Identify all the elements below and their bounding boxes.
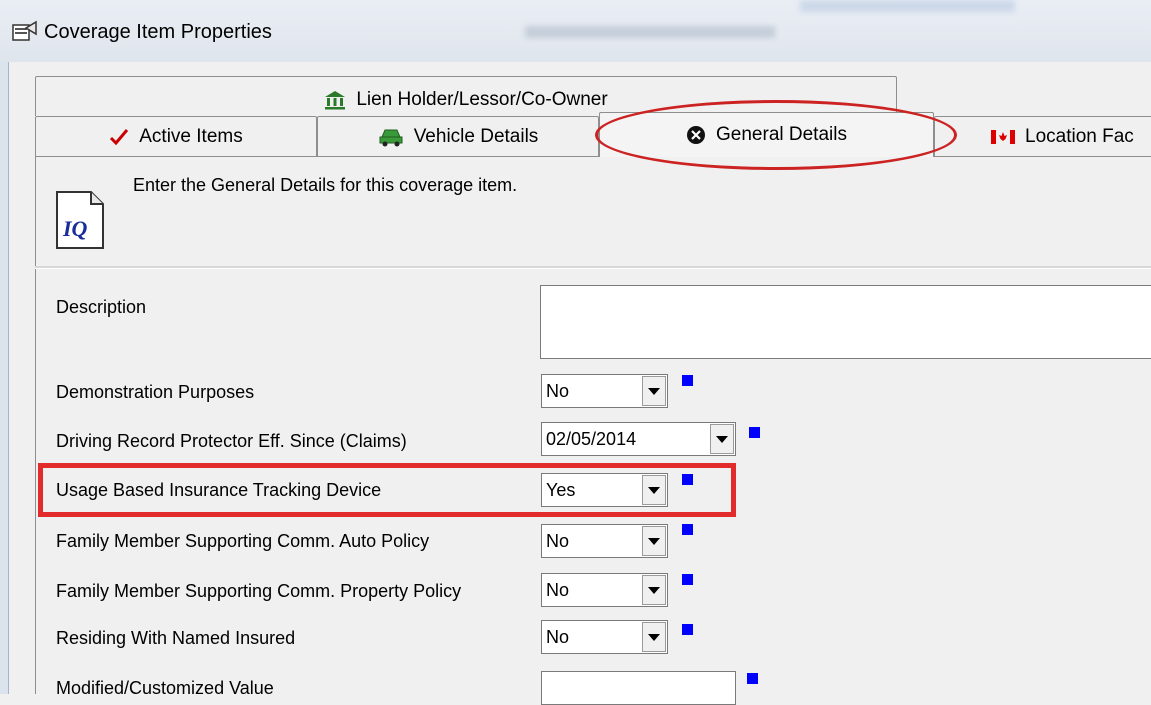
- tab-vehicle-details[interactable]: Vehicle Details: [317, 116, 599, 156]
- family-member-auto-select[interactable]: No: [541, 524, 668, 558]
- separator: [35, 266, 1151, 269]
- chevron-down-icon: [648, 633, 660, 641]
- select-value: No: [546, 381, 570, 401]
- checkmark-icon: [109, 128, 129, 146]
- label-description: Description: [56, 297, 147, 317]
- description-textarea[interactable]: [540, 285, 1151, 359]
- required-marker: [682, 624, 693, 635]
- window-title: Coverage Item Properties: [44, 21, 272, 43]
- required-marker: [682, 375, 693, 386]
- required-marker: [682, 524, 693, 535]
- tab-active-items[interactable]: Active Items: [35, 116, 317, 156]
- car-icon: [378, 127, 404, 147]
- tab-location[interactable]: Location Fac: [934, 116, 1151, 156]
- label-modified-customized-value: Modified/Customized Value: [56, 678, 274, 698]
- select-value: No: [546, 627, 570, 647]
- chevron-down-icon: [648, 586, 660, 594]
- label-family-member-property: Family Member Supporting Comm. Property …: [56, 581, 462, 601]
- background-window-blur: [800, 0, 1015, 12]
- chevron-down-icon: [716, 435, 728, 443]
- driving-record-protector-date[interactable]: 02/05/2014: [541, 422, 736, 456]
- family-member-property-select[interactable]: No: [541, 573, 668, 607]
- select-value: No: [546, 531, 570, 551]
- dropdown-button[interactable]: [710, 424, 734, 454]
- required-marker: [747, 673, 758, 684]
- demonstration-purposes-select[interactable]: No: [541, 374, 668, 408]
- annotation-highlight-box: [38, 463, 736, 517]
- tab-label: Location Fac: [1025, 125, 1134, 147]
- label-residing-with-named-insured: Residing With Named Insured: [56, 628, 296, 648]
- select-value: No: [546, 580, 570, 600]
- chevron-down-icon: [648, 537, 660, 545]
- label-driving-record-protector: Driving Record Protector Eff. Since (Cla…: [56, 431, 407, 451]
- window-frame: [0, 62, 9, 694]
- required-marker: [749, 427, 760, 438]
- properties-icon: [12, 20, 37, 41]
- canada-flag-icon: [991, 129, 1015, 144]
- required-marker: [682, 574, 693, 585]
- label-demonstration-purposes: Demonstration Purposes: [56, 382, 255, 402]
- background-window-blur: [525, 26, 775, 38]
- tab-label: Active Items: [139, 125, 243, 147]
- iq-icon-text: IQ: [62, 216, 88, 241]
- select-value: 02/05/2014: [546, 429, 637, 449]
- dropdown-button[interactable]: [642, 376, 666, 406]
- dropdown-button[interactable]: [642, 526, 666, 556]
- dropdown-button[interactable]: [642, 622, 666, 652]
- label-family-member-auto: Family Member Supporting Comm. Auto Poli…: [56, 531, 430, 551]
- intro-text: Enter the General Details for this cover…: [133, 175, 518, 195]
- bank-icon: [324, 90, 346, 110]
- tab-label: Vehicle Details: [413, 125, 539, 147]
- dropdown-button[interactable]: [642, 575, 666, 605]
- annotation-ellipse: [595, 100, 957, 170]
- document-iq-icon: IQ: [56, 191, 104, 249]
- chevron-down-icon: [648, 387, 660, 395]
- modified-customized-value-input[interactable]: [541, 671, 736, 705]
- residing-with-named-insured-select[interactable]: No: [541, 620, 668, 654]
- tab-label: Lien Holder/Lessor/Co-Owner: [356, 88, 608, 110]
